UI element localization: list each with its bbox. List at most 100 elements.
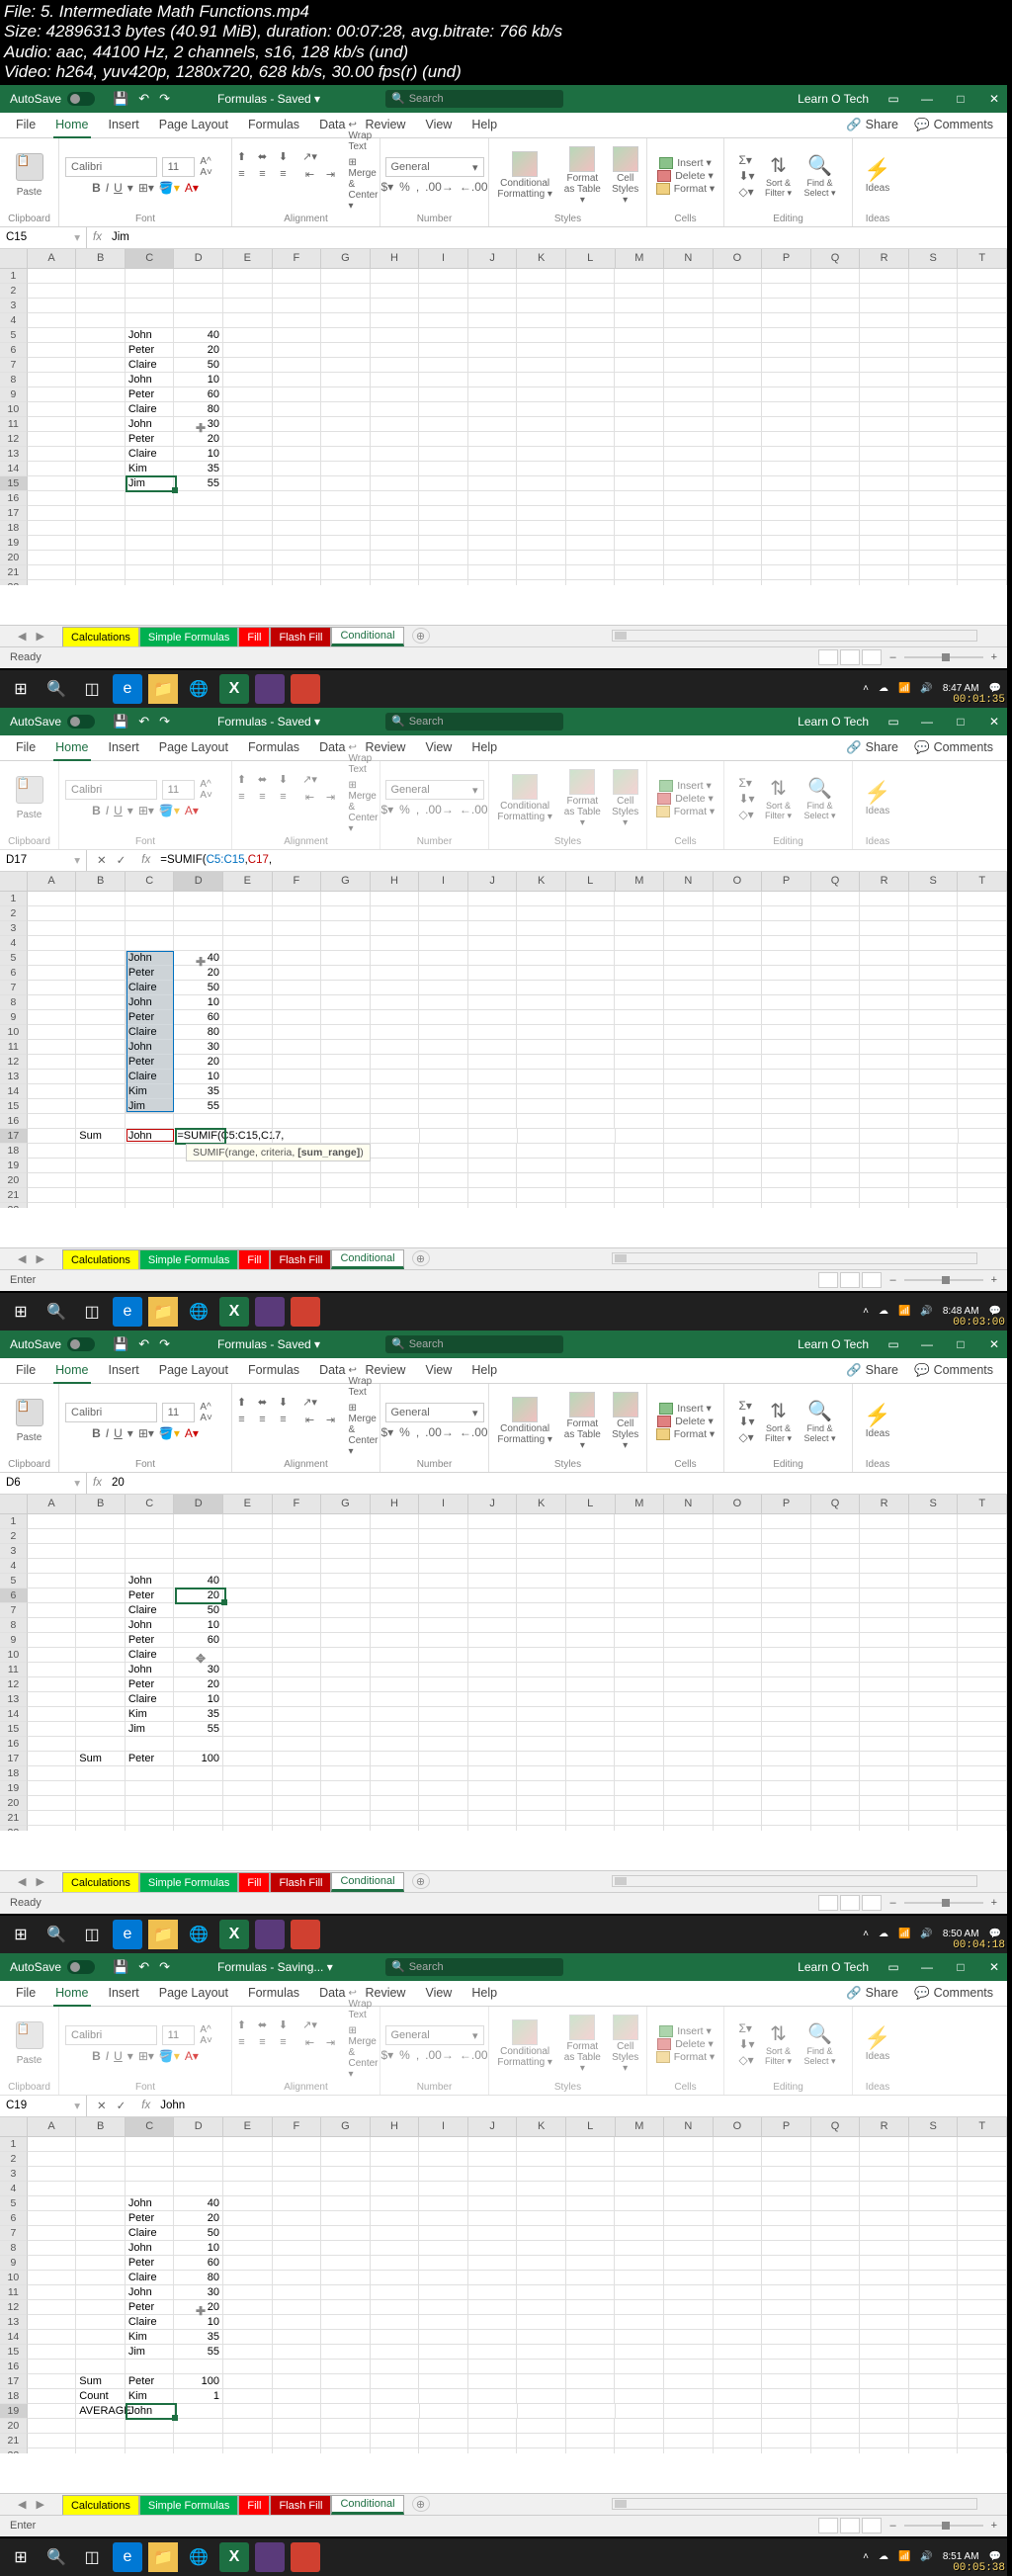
cell-P9[interactable]	[762, 1010, 811, 1025]
tab-view[interactable]: View	[415, 734, 462, 760]
cell-B17[interactable]: Sum	[76, 1129, 126, 1144]
cell-O21[interactable]	[714, 1188, 763, 1203]
cell-O15[interactable]	[714, 1722, 763, 1737]
cell-H2[interactable]	[371, 1529, 420, 1544]
cell-R15[interactable]	[860, 476, 909, 491]
cell-L6[interactable]	[566, 1589, 616, 1603]
cell-T8[interactable]	[958, 1618, 1007, 1633]
cell-E5[interactable]	[223, 328, 273, 343]
cell-I2[interactable]	[419, 906, 468, 921]
tab-data[interactable]: Data	[309, 1357, 355, 1383]
cell-S20[interactable]	[909, 551, 959, 565]
column-header-O[interactable]: O	[714, 2117, 763, 2136]
cell-Q20[interactable]	[811, 1796, 861, 1811]
cell-M20[interactable]	[615, 551, 664, 565]
cell-B10[interactable]	[76, 1648, 126, 1663]
cell-Q10[interactable]	[811, 2271, 861, 2285]
cell-K5[interactable]	[517, 328, 566, 343]
cell-D6[interactable]: 20	[174, 343, 223, 358]
cell-G14[interactable]	[321, 2330, 371, 2345]
autosave-toggle[interactable]	[67, 1337, 95, 1351]
cell-S2[interactable]	[909, 2152, 959, 2167]
cell-H11[interactable]	[371, 1663, 420, 1677]
notification-icon[interactable]: 💬	[989, 1306, 1001, 1317]
column-header-I[interactable]: I	[419, 872, 468, 891]
sheet-nav-next[interactable]: ▶	[36, 1252, 43, 1265]
cell-Q2[interactable]	[811, 284, 861, 299]
cell-A5[interactable]	[28, 951, 77, 966]
cell-R16[interactable]	[860, 2360, 909, 2374]
cell-Q17[interactable]	[811, 2374, 861, 2389]
cell-L15[interactable]	[566, 1099, 616, 1114]
cell-L15[interactable]	[566, 2345, 616, 2360]
cell-A13[interactable]	[28, 2315, 77, 2330]
cell-A12[interactable]	[28, 2300, 77, 2315]
sheet-tab-flash-fill[interactable]: Flash Fill	[270, 1872, 331, 1892]
cell-I10[interactable]	[419, 402, 468, 417]
cell-E21[interactable]	[223, 1811, 273, 1826]
cell-G14[interactable]	[321, 1084, 371, 1099]
row-header-6[interactable]: 6	[0, 1589, 28, 1603]
column-header-D[interactable]: D	[174, 872, 223, 891]
cell-F5[interactable]	[273, 951, 322, 966]
cell-G22[interactable]	[321, 1203, 371, 1208]
tab-help[interactable]: Help	[462, 112, 507, 137]
edge-icon[interactable]: e	[113, 2542, 142, 2572]
cell-E22[interactable]	[223, 580, 273, 585]
tray-up-icon[interactable]: ˄	[863, 2551, 869, 2562]
column-header-L[interactable]: L	[566, 1495, 616, 1513]
cell-B8[interactable]	[76, 373, 126, 387]
cell-B6[interactable]	[76, 1589, 126, 1603]
tab-page-layout[interactable]: Page Layout	[149, 1980, 238, 2006]
cell-P5[interactable]	[762, 328, 811, 343]
cell-M9[interactable]	[615, 1010, 664, 1025]
cell-Q10[interactable]	[811, 1648, 861, 1663]
cell-N7[interactable]	[664, 981, 714, 995]
cell-N3[interactable]	[664, 2167, 714, 2182]
row-header-3[interactable]: 3	[0, 299, 28, 313]
cell-E7[interactable]	[223, 981, 273, 995]
cell-C21[interactable]	[126, 565, 175, 580]
cell-A9[interactable]	[28, 387, 77, 402]
cell-T4[interactable]	[958, 313, 1007, 328]
tab-formulas[interactable]: Formulas	[238, 112, 309, 137]
cell-T22[interactable]	[958, 580, 1007, 585]
cell-H14[interactable]	[371, 2330, 420, 2345]
cell-J19[interactable]	[468, 2404, 518, 2419]
autosum-button[interactable]: Σ▾	[738, 1399, 754, 1413]
cell-Q10[interactable]	[811, 1025, 861, 1040]
cell-K16[interactable]	[517, 491, 566, 506]
search-box[interactable]: 🔍Search	[385, 90, 563, 108]
cell-C7[interactable]: Claire	[126, 358, 175, 373]
cell-F14[interactable]	[273, 462, 322, 476]
cell-F13[interactable]	[273, 1692, 322, 1707]
cell-M6[interactable]	[615, 343, 664, 358]
cell-E5[interactable]	[223, 1574, 273, 1589]
cell-S2[interactable]	[909, 906, 959, 921]
cell-E22[interactable]	[223, 2448, 273, 2453]
cell-T1[interactable]	[958, 892, 1007, 906]
merge-center-button[interactable]: ⊞ Merge & Center ▾	[349, 157, 379, 212]
cell-E10[interactable]	[223, 1025, 273, 1040]
cell-O7[interactable]	[714, 981, 763, 995]
cell-B8[interactable]	[76, 1618, 126, 1633]
cell-N12[interactable]	[664, 1055, 714, 1070]
cell-R17[interactable]	[860, 506, 909, 521]
undo-icon[interactable]: ↶	[138, 714, 149, 730]
cell-E4[interactable]	[223, 936, 273, 951]
cell-I9[interactable]	[419, 1010, 468, 1025]
row-header-13[interactable]: 13	[0, 1070, 28, 1084]
cell-R22[interactable]	[860, 2448, 909, 2453]
cell-C6[interactable]: Peter	[126, 966, 175, 981]
cell-F7[interactable]	[273, 981, 322, 995]
row-header-9[interactable]: 9	[0, 2256, 28, 2271]
cell-G7[interactable]	[321, 1603, 371, 1618]
tab-help[interactable]: Help	[462, 1980, 507, 2006]
cell-A6[interactable]	[28, 1589, 77, 1603]
row-header-8[interactable]: 8	[0, 1618, 28, 1633]
cell-O7[interactable]	[714, 1603, 763, 1618]
cell-H3[interactable]	[371, 2167, 420, 2182]
cell-E11[interactable]	[223, 417, 273, 432]
cell-P10[interactable]	[762, 1025, 811, 1040]
cell-A15[interactable]	[28, 2345, 77, 2360]
